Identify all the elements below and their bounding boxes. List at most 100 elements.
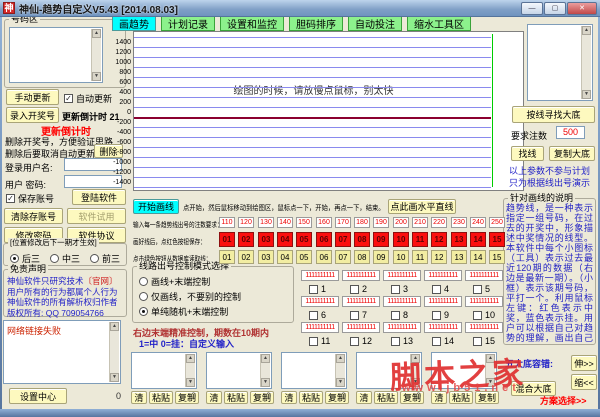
scroll-up-icon[interactable]: ▲ — [582, 26, 591, 35]
pattern-input-10[interactable]: 1111111111 — [465, 296, 503, 307]
load-line-button-15[interactable]: 15 — [489, 250, 505, 264]
required-bets-input[interactable]: 500 — [556, 126, 585, 139]
bet-count-input[interactable]: 230 — [451, 217, 467, 228]
mode-option-3[interactable]: 单纯随机+末端控制 — [139, 305, 228, 318]
bet-count-input[interactable]: 110 — [219, 217, 235, 228]
right-listbox[interactable]: ▲ ▼ — [527, 24, 593, 101]
find-bottom-by-line-button[interactable]: 按线寻找大底 — [512, 106, 595, 123]
load-line-button-02[interactable]: 02 — [238, 250, 254, 264]
right-listbox-scrollbar[interactable]: ▲ ▼ — [581, 26, 591, 99]
save-line-button-07[interactable]: 07 — [335, 232, 351, 247]
scroll-up-icon[interactable]: ▲ — [110, 322, 119, 331]
scroll-up-icon[interactable]: ▲ — [411, 354, 420, 363]
clear-button-5[interactable]: 清 — [431, 391, 447, 404]
save-line-button-14[interactable]: 14 — [470, 232, 486, 247]
pattern-checkbox-8[interactable]: 8 — [391, 310, 408, 320]
save-line-button-12[interactable]: 12 — [431, 232, 447, 247]
number-listbox-scrollbar[interactable]: ▲ ▼ — [91, 29, 101, 81]
pattern-input-15[interactable]: 1111111111 — [465, 322, 503, 333]
clear-account-button[interactable]: 清除存账号 — [4, 208, 63, 224]
close-button[interactable]: ✕ — [567, 1, 597, 15]
scroll-up-icon[interactable]: ▲ — [261, 354, 270, 363]
tab-5[interactable]: 自动投注 — [348, 15, 402, 31]
save-line-button-08[interactable]: 08 — [354, 232, 370, 247]
pattern-checkbox-7[interactable]: 7 — [350, 310, 367, 320]
position-option-2[interactable]: 中三 — [50, 252, 80, 265]
clear-button-4[interactable]: 清 — [356, 391, 372, 404]
pattern-input-14[interactable]: 1111111111 — [424, 322, 462, 333]
bet-count-input[interactable]: 180 — [354, 217, 370, 228]
bet-count-input[interactable]: 140 — [277, 217, 293, 228]
tab-3[interactable]: 设置和监控 — [220, 15, 284, 31]
pattern-checkbox-1[interactable]: 1 — [309, 284, 326, 294]
bet-count-input[interactable]: 130 — [258, 217, 274, 228]
pattern-input-6[interactable]: 1111111111 — [301, 296, 339, 307]
save-line-button-13[interactable]: 13 — [451, 232, 467, 247]
load-line-button-04[interactable]: 04 — [277, 250, 293, 264]
trial-button[interactable]: 软件试用 — [67, 208, 126, 224]
clear-button-2[interactable]: 清 — [206, 391, 222, 404]
find-line-button[interactable]: 找线 — [511, 146, 544, 161]
scroll-up-icon[interactable]: ▲ — [336, 354, 345, 363]
textarea-scrollbar[interactable]: ▲ ▼ — [185, 354, 195, 387]
scroll-down-icon[interactable]: ▼ — [336, 378, 345, 387]
scroll-down-icon[interactable]: ▼ — [92, 72, 101, 81]
network-listbox-scrollbar[interactable]: ▲ ▼ — [109, 322, 119, 382]
paste-button-4[interactable]: 粘贴 — [374, 391, 398, 404]
scroll-down-icon[interactable]: ▼ — [261, 378, 270, 387]
bet-count-input[interactable]: 120 — [238, 217, 254, 228]
bet-count-input[interactable]: 200 — [393, 217, 409, 228]
pattern-input-13[interactable]: 1111111111 — [383, 322, 421, 333]
bet-count-input[interactable]: 170 — [335, 217, 351, 228]
load-line-button-12[interactable]: 12 — [431, 250, 447, 264]
textarea-scrollbar[interactable]: ▲ ▼ — [260, 354, 270, 387]
expand-panel-button[interactable]: 伸>> — [571, 355, 597, 371]
paste-button-5[interactable]: 粘贴 — [449, 391, 473, 404]
scroll-up-icon[interactable]: ▲ — [186, 354, 195, 363]
pattern-input-9[interactable]: 1111111111 — [424, 296, 462, 307]
save-account-checkbox[interactable]: ✓ 保存账号 — [6, 192, 54, 205]
pattern-input-3[interactable]: 1111111111 — [383, 270, 421, 281]
horizontal-line-button[interactable]: 点此画水平直线 — [388, 199, 456, 214]
paste-button-1[interactable]: 粘贴 — [149, 391, 173, 404]
bet-count-input[interactable]: 240 — [470, 217, 486, 228]
bet-count-input[interactable]: 190 — [373, 217, 389, 228]
load-line-button-03[interactable]: 03 — [258, 250, 274, 264]
pattern-input-12[interactable]: 1111111111 — [342, 322, 380, 333]
settings-center-button[interactable]: 设置中心 — [9, 388, 67, 404]
candidate-textarea-5[interactable]: ▲ ▼ — [431, 352, 497, 389]
pattern-input-8[interactable]: 1111111111 — [383, 296, 421, 307]
textarea-scrollbar[interactable]: ▲ ▼ — [335, 354, 345, 387]
load-line-button-14[interactable]: 14 — [470, 250, 486, 264]
load-line-button-13[interactable]: 13 — [451, 250, 467, 264]
save-line-button-09[interactable]: 09 — [373, 232, 389, 247]
pattern-input-4[interactable]: 1111111111 — [424, 270, 462, 281]
pattern-checkbox-5[interactable]: 5 — [473, 284, 490, 294]
bet-count-input[interactable]: 160 — [316, 217, 332, 228]
load-line-button-10[interactable]: 10 — [393, 250, 409, 264]
scroll-up-icon[interactable]: ▲ — [486, 354, 495, 363]
bet-count-input[interactable]: 210 — [412, 217, 428, 228]
pattern-input-5[interactable]: 1111111111 — [465, 270, 503, 281]
login-button[interactable]: 登陆软件 — [72, 189, 126, 205]
pattern-checkbox-9[interactable]: 9 — [432, 310, 449, 320]
pattern-input-1[interactable]: 1111111111 — [301, 270, 339, 281]
maximize-button[interactable]: ▢ — [544, 1, 566, 15]
scroll-down-icon[interactable]: ▼ — [411, 378, 420, 387]
trend-chart-canvas[interactable]: 绘图的时候，请放慢点鼠标，别太快 1400 1200 1000 800 600 400 20… — [113, 31, 524, 191]
tab-2[interactable]: 计划记录 — [161, 15, 215, 31]
position-option-3[interactable]: 前三 — [90, 252, 120, 265]
save-line-button-03[interactable]: 03 — [258, 232, 274, 247]
pattern-checkbox-4[interactable]: 4 — [432, 284, 449, 294]
plan-select-link[interactable]: 方案选择>> — [540, 394, 587, 407]
textarea-scrollbar[interactable]: ▲ ▼ — [410, 354, 420, 387]
mode-option-1[interactable]: 画线+末端控制 — [139, 275, 210, 288]
clear-button-3[interactable]: 清 — [281, 391, 297, 404]
pattern-checkbox-3[interactable]: 3 — [391, 284, 408, 294]
save-line-button-10[interactable]: 10 — [393, 232, 409, 247]
candidate-textarea-3[interactable]: ▲ ▼ — [281, 352, 347, 389]
bet-count-input[interactable]: 220 — [431, 217, 447, 228]
paste-button-3[interactable]: 粘贴 — [299, 391, 323, 404]
pattern-checkbox-14[interactable]: 14 — [432, 336, 454, 346]
load-line-button-11[interactable]: 11 — [412, 250, 428, 264]
